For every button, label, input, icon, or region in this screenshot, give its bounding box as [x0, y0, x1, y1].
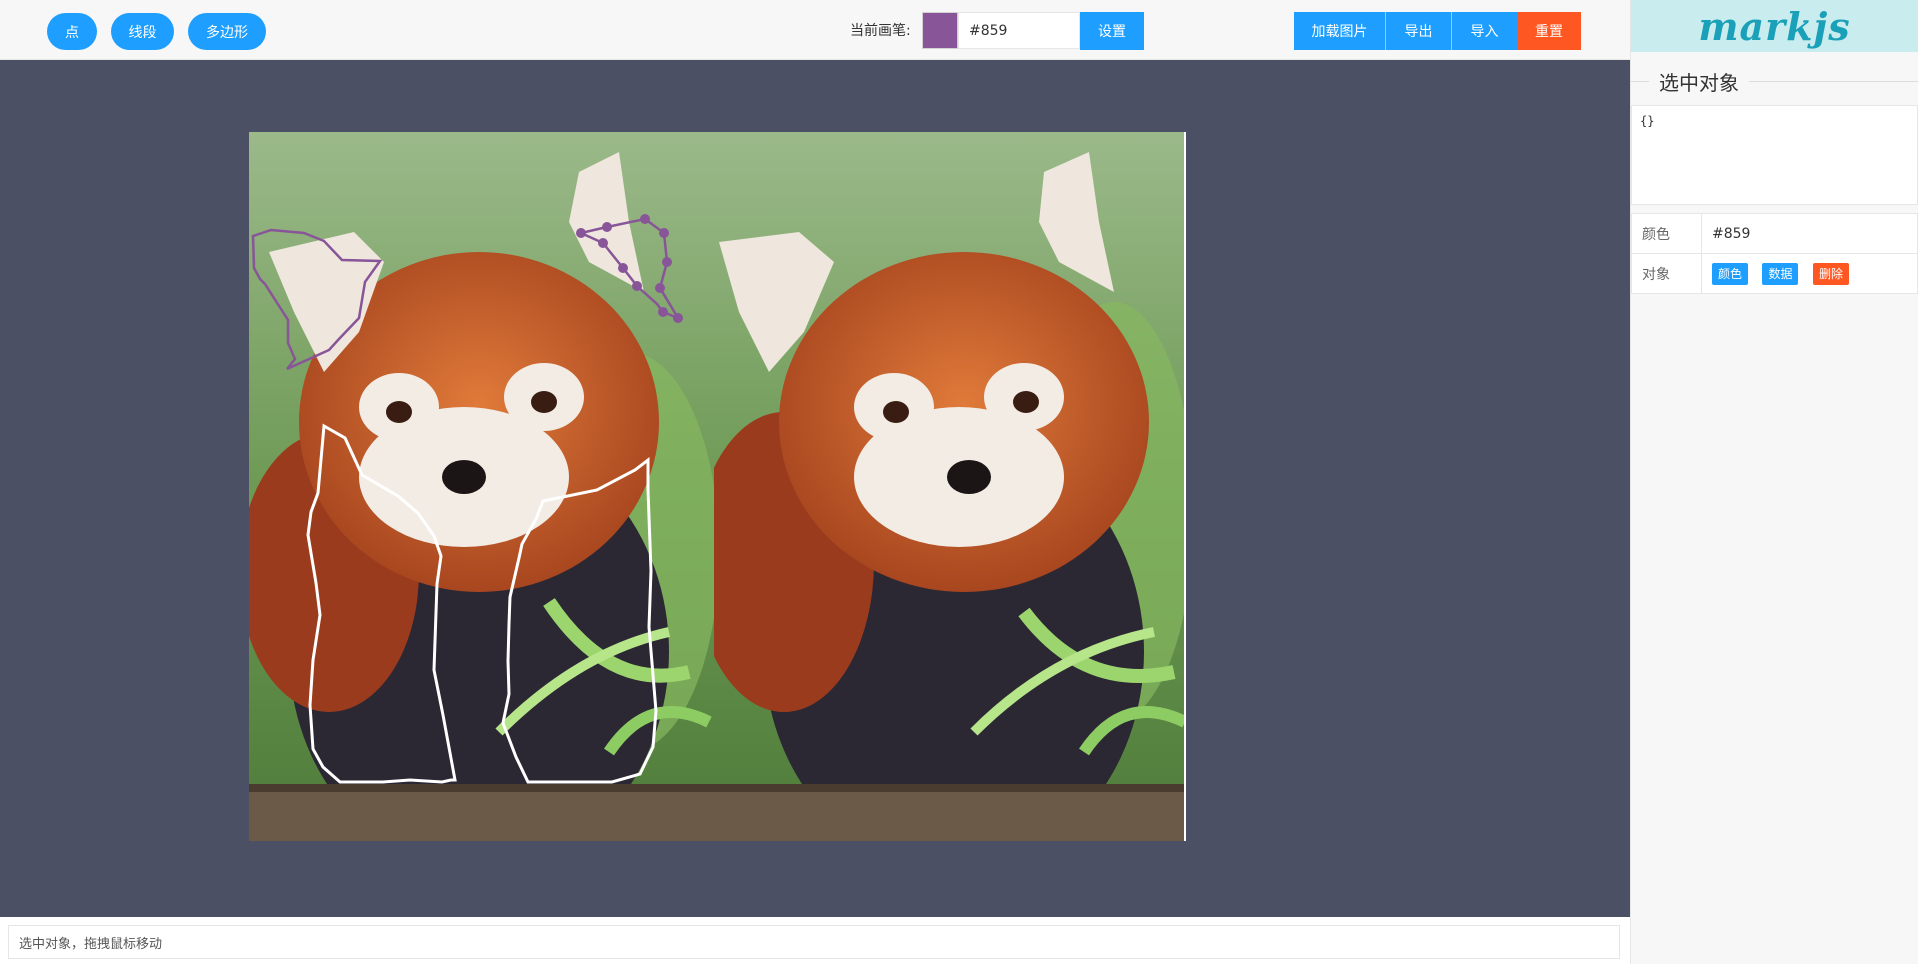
body-polygon-left[interactable] [306, 423, 457, 784]
color-value-cell [1701, 213, 1918, 254]
reset-button[interactable]: 重置 [1517, 12, 1581, 50]
color-key: 颜色 [1631, 213, 1702, 254]
export-button[interactable]: 导出 [1386, 12, 1452, 50]
toolbar: 点 线段 多边形 当前画笔: 设置 加载图片 导出 导入 重置 [0, 0, 1630, 60]
pen-label: 当前画笔: [850, 23, 911, 39]
object-color-button[interactable]: 颜色 [1712, 262, 1749, 285]
status-bar: 选中对象，拖拽鼠标移动 [8, 925, 1620, 959]
object-row: 对象 颜色 数据 删除 [1631, 253, 1918, 294]
segment-tool-button[interactable]: 线段 [111, 13, 174, 50]
properties-table: 颜色 对象 颜色 数据 删除 [1631, 213, 1918, 294]
ear-polygon-left[interactable] [251, 228, 383, 371]
polygon-tool-button[interactable]: 多边形 [188, 13, 266, 50]
object-delete-button[interactable]: 删除 [1812, 262, 1849, 285]
app-logo: markjs [1698, 3, 1851, 49]
pen-color-input[interactable] [958, 12, 1080, 49]
set-pen-button[interactable]: 设置 [1080, 12, 1144, 50]
logo-bar: markjs [1631, 0, 1918, 52]
color-value-input[interactable] [1712, 215, 1917, 252]
object-key: 对象 [1631, 253, 1702, 294]
import-button[interactable]: 导入 [1452, 12, 1517, 50]
selected-object-json[interactable]: {} [1631, 105, 1918, 205]
selected-object-section: 选中对象 [1631, 52, 1918, 104]
section-title: 选中对象 [1649, 67, 1749, 96]
pen-color-swatch[interactable] [922, 12, 958, 49]
object-actions-cell: 颜色 数据 删除 [1701, 253, 1918, 294]
object-data-button[interactable]: 数据 [1762, 262, 1799, 285]
annotation-canvas[interactable] [0, 60, 1630, 917]
body-polygon-right[interactable] [501, 456, 658, 784]
point-tool-button[interactable]: 点 [47, 13, 97, 50]
load-image-button[interactable]: 加载图片 [1294, 12, 1386, 50]
annotation-overlay[interactable] [0, 60, 1630, 917]
color-row: 颜色 [1631, 213, 1918, 254]
